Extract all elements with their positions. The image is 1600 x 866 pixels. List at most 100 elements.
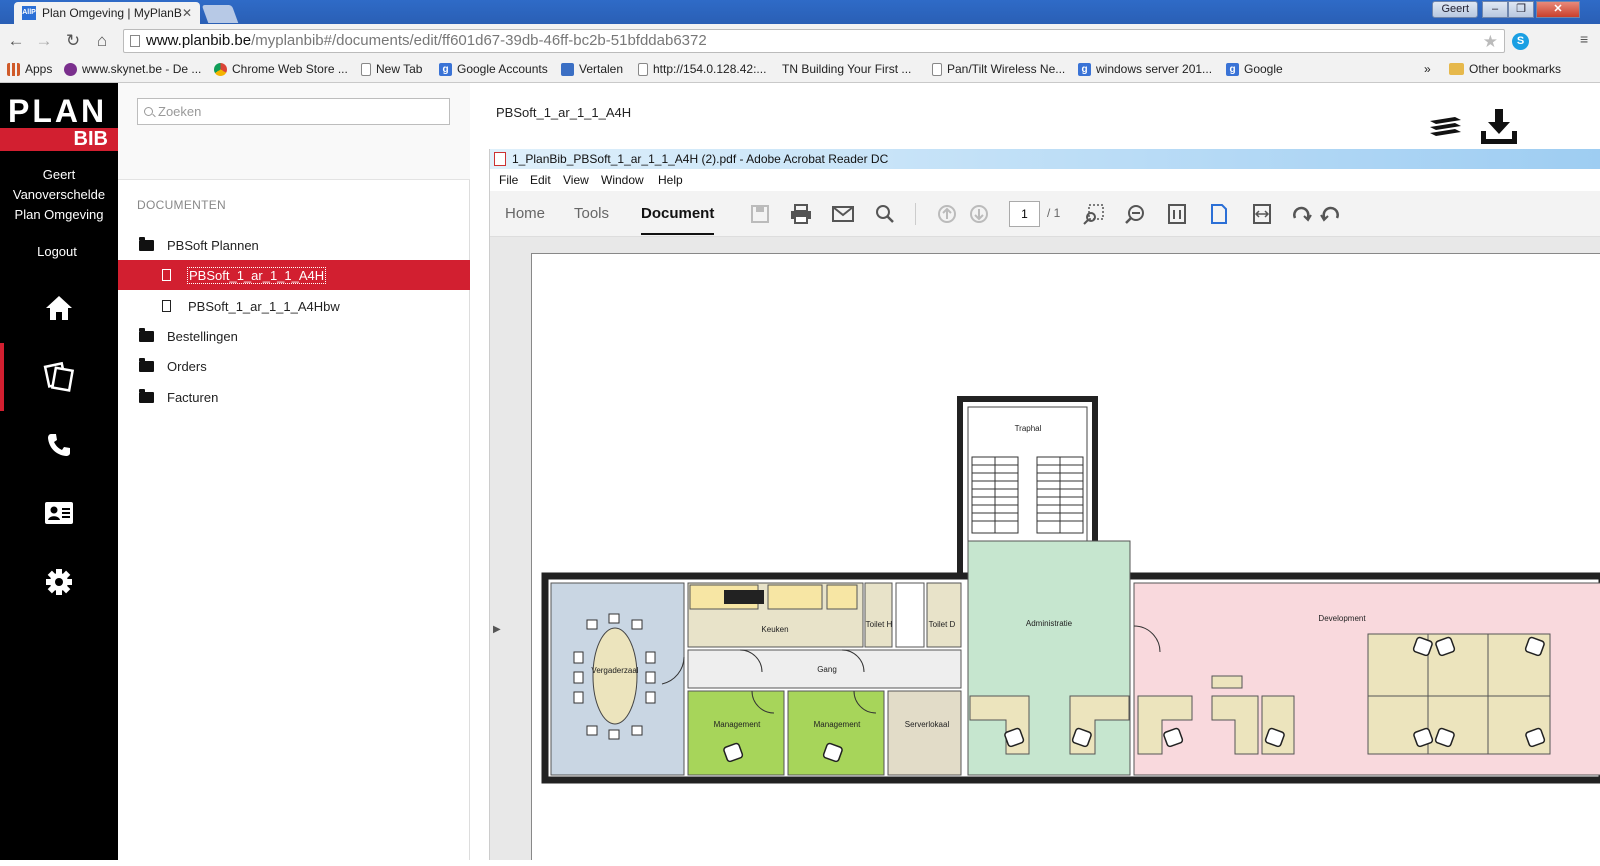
address-bar[interactable]: www.planbib.be/myplanbib#/documents/edit… xyxy=(123,29,1505,53)
nav-profile[interactable] xyxy=(0,488,118,538)
back-icon[interactable]: ← xyxy=(5,30,27,52)
g-bookmark-icon: g xyxy=(439,62,452,76)
tab-home[interactable]: Home xyxy=(505,205,545,222)
rotate-cw-icon[interactable] xyxy=(1290,202,1314,226)
file-icon xyxy=(162,269,171,281)
pdf-file-icon xyxy=(494,152,506,166)
bookmark-item[interactable]: Apps xyxy=(7,62,52,76)
folder-label: Orders xyxy=(167,358,207,374)
folder-pbsoft-plannen[interactable]: PBSoft Plannen xyxy=(118,230,470,260)
bookmark-label: Apps xyxy=(25,62,53,76)
other-bookmarks[interactable]: Other bookmarks xyxy=(1449,62,1561,76)
bookmark-item[interactable]: g Google Accounts xyxy=(439,62,548,76)
close-window-button[interactable]: ✕ xyxy=(1536,1,1580,18)
acrobat-reader-window: 1_PlanBib_PBSoft_1_ar_1_1_A4H (2).pdf - … xyxy=(489,149,1600,860)
logo-word: PLAN xyxy=(8,93,108,129)
file-row-selected[interactable]: PBSoft_1_ar_1_1_A4H xyxy=(118,260,470,290)
other-bookmarks-label: Other bookmarks xyxy=(1469,62,1562,76)
acrobat-title: 1_PlanBib_PBSoft_1_ar_1_1_A4H (2).pdf - … xyxy=(512,152,889,166)
bookmark-item[interactable]: Chrome Web Store ... xyxy=(214,62,348,76)
folder-icon xyxy=(139,327,154,342)
tab-close-icon[interactable]: ✕ xyxy=(182,6,192,20)
save-icon[interactable] xyxy=(748,202,772,226)
layers-icon xyxy=(1430,117,1461,136)
page-bookmark-icon xyxy=(361,62,371,76)
tab-document[interactable]: Document xyxy=(641,205,715,235)
menu-view[interactable]: View xyxy=(563,173,589,187)
bookmark-label: TN Building Your First ... xyxy=(782,62,912,76)
g-bookmark-icon: g xyxy=(1226,62,1239,76)
file-row[interactable]: PBSoft_1_ar_1_1_A4Hbw xyxy=(118,291,470,321)
restore-button[interactable]: ❐ xyxy=(1508,1,1534,18)
nav-contact[interactable] xyxy=(0,420,118,470)
bookmark-item[interactable]: TN Building Your First ... xyxy=(782,62,911,76)
acrobat-document-canvas[interactable]: ▶ Traphal Vergaderzaal Keuken Toilet H T… xyxy=(490,237,1600,860)
nav-home[interactable] xyxy=(0,283,118,333)
trans-bookmark-icon xyxy=(561,62,574,76)
folder-label: Facturen xyxy=(167,389,219,405)
home-icon xyxy=(46,296,72,320)
bookmark-item[interactable]: Pan/Tilt Wireless Ne... xyxy=(932,62,1065,76)
reload-icon[interactable]: ↻ xyxy=(62,30,84,52)
page-bookmark-icon xyxy=(638,62,648,76)
page-bookmark-icon xyxy=(932,62,942,76)
label-management-2: Management xyxy=(814,720,861,729)
nav-settings[interactable] xyxy=(0,557,118,607)
bookmark-item[interactable]: g Google xyxy=(1226,62,1283,76)
bookmarks-overflow[interactable]: » xyxy=(1424,62,1431,76)
next-page-icon[interactable] xyxy=(967,202,991,226)
layers-button[interactable] xyxy=(1423,105,1467,149)
nav-documents[interactable] xyxy=(0,343,118,411)
forward-icon[interactable]: → xyxy=(33,30,55,52)
prev-page-icon[interactable] xyxy=(935,202,959,226)
print-icon[interactable] xyxy=(789,202,813,226)
menu-help[interactable]: Help xyxy=(658,173,683,187)
page-number-input[interactable] xyxy=(1009,201,1040,227)
skype-extension-icon[interactable]: S xyxy=(1512,33,1529,50)
browser-menu-icon[interactable]: ≡ xyxy=(1580,31,1588,47)
browser-tab[interactable]: AllP Plan Omgeving | MyPlanB ✕ xyxy=(14,2,200,24)
marquee-zoom-icon[interactable] xyxy=(1082,202,1106,226)
bookmark-item[interactable]: http://154.0.128.42:... xyxy=(638,62,766,76)
search-input[interactable] xyxy=(137,98,450,125)
fit-page-icon[interactable] xyxy=(1165,202,1189,226)
acrobat-title-bar: 1_PlanBib_PBSoft_1_ar_1_1_A4H (2).pdf - … xyxy=(490,149,1600,169)
label-development: Development xyxy=(1318,614,1366,623)
download-button[interactable] xyxy=(1477,105,1521,149)
rotate-ccw-icon[interactable] xyxy=(1318,202,1342,226)
folder-icon xyxy=(139,236,154,251)
minimize-button[interactable]: – xyxy=(1482,1,1508,18)
room-toilet-h xyxy=(864,582,893,648)
home-browser-icon[interactable]: ⌂ xyxy=(91,30,113,52)
zoom-out-icon[interactable] xyxy=(1123,202,1147,226)
single-page-icon[interactable] xyxy=(1207,202,1231,226)
menu-file[interactable]: File xyxy=(499,173,518,187)
email-icon[interactable] xyxy=(831,202,855,226)
label-keuken: Keuken xyxy=(761,625,788,634)
document-view: PBSoft_1_ar_1_1_A4H 1_PlanBib_PBSoft_1_a… xyxy=(471,83,1600,860)
panel-collapse-arrow[interactable]: ▶ xyxy=(493,624,501,635)
folder-bestellingen[interactable]: Bestellingen xyxy=(118,321,470,351)
menu-edit[interactable]: Edit xyxy=(530,173,551,187)
bookmark-item[interactable]: www.skynet.be - De ... xyxy=(64,62,201,76)
new-tab-button[interactable] xyxy=(201,5,239,23)
bookmark-item[interactable]: g windows server 201... xyxy=(1078,62,1212,76)
bookmark-item[interactable]: Vertalen xyxy=(561,62,623,76)
contact-card-icon xyxy=(45,502,73,524)
file-icon xyxy=(162,300,171,312)
planbib-logo[interactable]: PLAN BIB xyxy=(0,83,118,151)
menu-window[interactable]: Window xyxy=(601,173,644,187)
profile-button[interactable]: Geert xyxy=(1432,1,1478,18)
find-icon[interactable] xyxy=(873,202,897,226)
folder-orders[interactable]: Orders xyxy=(118,351,470,381)
tab-tools[interactable]: Tools xyxy=(574,205,609,222)
bookmark-star-icon[interactable]: ★ xyxy=(1483,31,1498,53)
bookmark-label: windows server 201... xyxy=(1096,62,1213,76)
bookmark-label: Pan/Tilt Wireless Ne... xyxy=(947,62,1066,76)
fit-width-icon[interactable] xyxy=(1250,202,1274,226)
logout-link[interactable]: Logout xyxy=(0,244,114,259)
bookmark-item[interactable]: New Tab xyxy=(361,62,422,76)
documents-panel: DOCUMENTEN PBSoft Plannen PBSoft_1_ar_1_… xyxy=(118,83,470,860)
bookmark-label: Chrome Web Store ... xyxy=(232,62,348,76)
folder-facturen[interactable]: Facturen xyxy=(118,382,470,412)
